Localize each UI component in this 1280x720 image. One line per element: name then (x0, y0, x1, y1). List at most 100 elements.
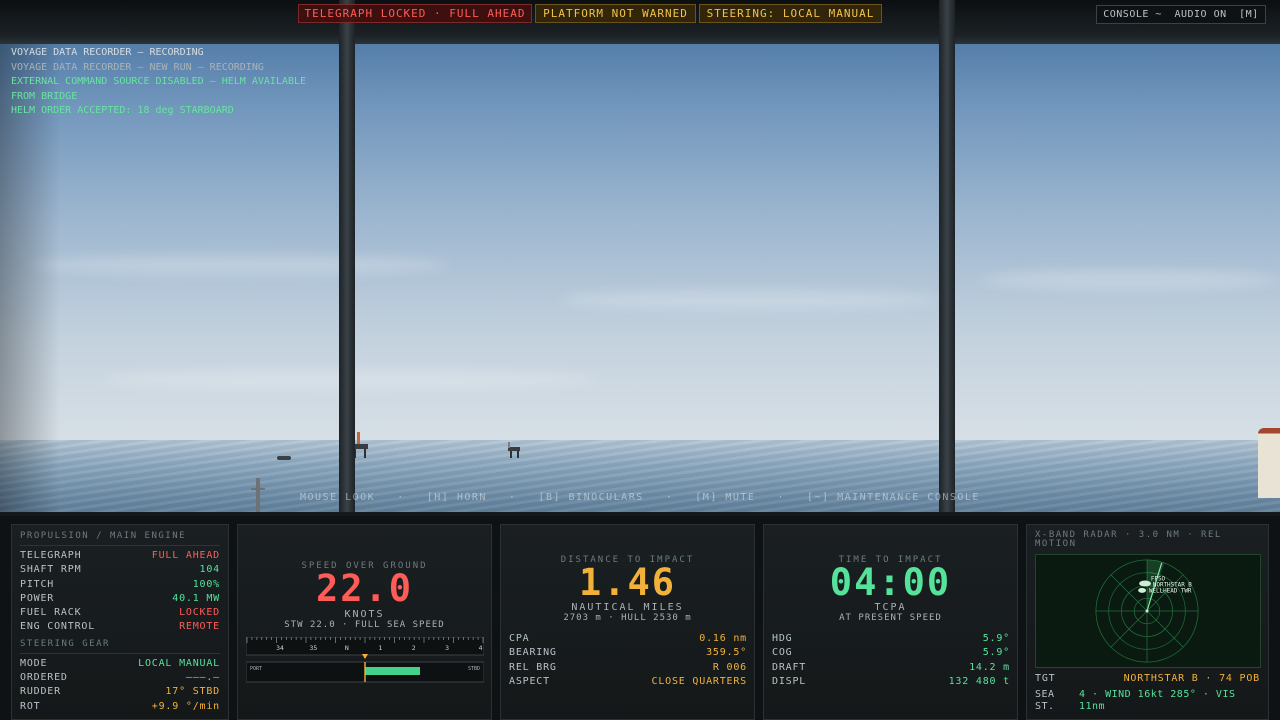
readout-row: POWER 40.1 MW (20, 592, 220, 606)
readout-value: +9.9 °/min (151, 700, 220, 712)
log-line: VOYAGE DATA RECORDER — NEW RUN — RECORDI… (11, 61, 264, 73)
readout-row: DRAFT 14.2 m (772, 661, 1010, 675)
readout-value: 104 (199, 564, 220, 576)
audio-mute-key: [M] (1239, 9, 1259, 20)
platform-not-warned-badge: PLATFORM NOT WARNED (535, 4, 696, 23)
radar-target-row: TGT NORTHSTAR B · 74 POB (1035, 672, 1260, 686)
readout-row: ENG CONTROL REMOTE (20, 620, 220, 634)
readout-value: CLOSE QUARTERS (651, 675, 747, 687)
readout-row: ASPECT CLOSE QUARTERS (509, 675, 747, 689)
time-value: 04:00 (829, 561, 952, 604)
port-label: PORT (250, 666, 262, 672)
radar-title: X-BAND RADAR · 3.0 NM · REL MOTION (1035, 530, 1222, 549)
distance-subtext: 2703 m · HULL 2530 m (563, 613, 692, 623)
log-line: EXTERNAL COMMAND SOURCE DISABLED — HELM … (11, 76, 313, 102)
speed-panel: SPEED OVER GROUND 22.0 KNOTS STW 22.0 · … (237, 524, 492, 720)
heading-tick-label: 1 (378, 644, 382, 652)
readout-value: 17° STBD (165, 686, 220, 698)
propulsion-panel: PROPULSION / MAIN ENGINE TELEGRAPH FULL A… (11, 524, 229, 720)
radar-contact (1138, 587, 1147, 593)
readout-value: 5.9° (982, 647, 1010, 659)
distance-readouts: CPA 0.16 nm BEARING 359.5° REL BRG R 006 ASPEC… (509, 632, 747, 689)
speed-unit: KNOTS (344, 609, 385, 620)
time-readouts: HDG 5.9° COG 5.9° DRAFT 14.2 m DISPL 132 480 t (772, 632, 1010, 689)
readout-row: DISPL 132 480 t (772, 675, 1010, 689)
speed-subtext: STW 22.0 · FULL SEA SPEED (284, 620, 445, 630)
readout-value: 14.2 m (969, 661, 1010, 673)
time-unit: TCPA (874, 602, 907, 613)
readout-value: FULL AHEAD (151, 550, 220, 561)
steering-readouts: MODE LOCAL MANUAL ORDERED ———.— RUDDER 17° ST… (20, 657, 220, 714)
distant-boat (277, 456, 291, 460)
hotkey-binoculars: [B] BINOCULARS (538, 492, 644, 503)
readout-value: 359.5° (706, 647, 747, 659)
readout-key: DRAFT (772, 661, 807, 673)
console-label: CONSOLE ~ (1103, 9, 1162, 20)
log-line: HELM ORDER ACCEPTED: 18 deg STARBOARD (11, 105, 234, 117)
readout-key: ENG CONTROL (20, 621, 96, 633)
time-subtext: AT PRESENT SPEED (839, 613, 942, 623)
radar-scope[interactable]: FPSO NORTHSTAR B WELLHEAD TWR (1035, 554, 1261, 668)
hotkey-horn: [H] HORN (426, 492, 487, 503)
readout-value: LOCAL MANUAL (138, 657, 220, 669)
readout-row: BEARING 359.5° (509, 646, 747, 660)
radar-label-wellhead: WELLHEAD TWR (1149, 588, 1192, 594)
distance-panel: DISTANCE TO IMPACT 1.46 NAUTICAL MILES 2… (500, 524, 755, 720)
readout-row: PITCH 100% (20, 578, 220, 592)
radar-target-value: NORTHSTAR B · 74 POB (1123, 673, 1260, 684)
heading-tick-label: N (345, 644, 349, 652)
hotkey-maintenance-console: [~] MAINTENANCE CONSOLE (806, 492, 980, 503)
readout-row: ORDERED ———.— (20, 671, 220, 685)
event-log: VOYAGE DATA RECORDER — RECORDING VOYAGE … (11, 46, 331, 119)
readout-row: RUDDER 17° STBD (20, 685, 220, 699)
readout-row: TELEGRAPH FULL AHEAD (20, 549, 220, 563)
propulsion-readouts: TELEGRAPH FULL AHEAD SHAFT RPM 104 PITCH 100%… (20, 549, 220, 635)
radar-contact (1139, 580, 1151, 587)
hotkey-mute: [M] MUTE (695, 492, 756, 503)
bow-mast (256, 478, 260, 514)
readout-row: REL BRG R 006 (509, 661, 747, 675)
readout-key: COG (772, 647, 793, 659)
hotkey-mouse-look: MOUSE LOOK (300, 492, 376, 503)
readout-key: ROT (20, 700, 41, 712)
radar-panel: X-BAND RADAR · 3.0 NM · REL MOTION FPSO … (1026, 524, 1269, 720)
rudder-angle-bar (365, 667, 420, 675)
wellhead-tower (506, 442, 522, 458)
readout-row: ROT +9.9 °/min (20, 700, 220, 714)
readout-value: LOCKED (179, 607, 220, 619)
readout-key: ASPECT (509, 675, 550, 687)
hotkey-hints: MOUSE LOOK · [H] HORN · [B] BINOCULARS ·… (300, 492, 980, 503)
steering-mode-badge: STEERING: LOCAL MANUAL (699, 4, 882, 23)
console-toggle-button[interactable]: CONSOLE ~ AUDIO ON [M] (1096, 5, 1266, 24)
readout-value: R 006 (712, 661, 747, 673)
fpso-hull (1258, 428, 1280, 498)
readout-key: SHAFT RPM (20, 564, 82, 576)
readout-key: BEARING (509, 647, 557, 659)
readout-row: SHAFT RPM 104 (20, 563, 220, 577)
distance-value: 1.46 (578, 561, 677, 604)
sea-state-row: SEA ST. 4 · WIND 16kt 285° · VIS 11nm (1035, 689, 1260, 713)
readout-value: 132 480 t (948, 675, 1010, 687)
sea-state-value: 4 · WIND 16kt 285° · VIS 11nm (1079, 689, 1236, 713)
readout-key: RUDDER (20, 686, 61, 698)
readout-row: COG 5.9° (772, 646, 1010, 660)
readout-value: 40.1 MW (172, 592, 220, 604)
speed-value: 22.0 (315, 567, 414, 610)
readout-row: MODE LOCAL MANUAL (20, 657, 220, 671)
window-mullion-right (939, 0, 955, 514)
own-ship-marker (1145, 609, 1149, 613)
heading-tick-label: 35 (310, 644, 318, 652)
log-line: VOYAGE DATA RECORDER — RECORDING (11, 47, 204, 58)
readout-key: ORDERED (20, 672, 68, 684)
readout-key: PITCH (20, 578, 55, 590)
readout-value: 5.9° (982, 633, 1010, 644)
readout-key: POWER (20, 592, 55, 604)
readout-value: 0.16 nm (699, 633, 747, 644)
readout-key: MODE (20, 657, 48, 669)
readout-key: REL BRG (509, 661, 557, 673)
readout-value: ———.— (185, 672, 220, 684)
readout-row: FUEL RACK LOCKED (20, 606, 220, 620)
readout-key: CPA (509, 633, 530, 644)
heading-tick-label: 2 (412, 644, 416, 652)
stbd-label: STBD (468, 666, 480, 672)
